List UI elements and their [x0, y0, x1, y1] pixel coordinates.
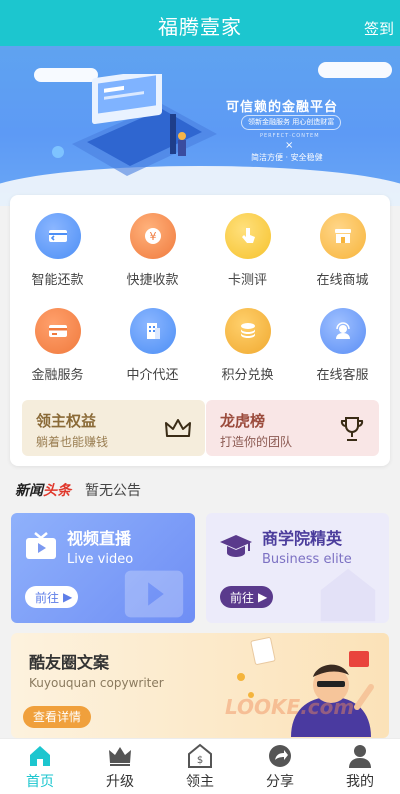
- platform-illustration: [52, 74, 217, 176]
- crown-icon: [165, 419, 191, 437]
- banner-sub: PERFECT·CONTEM: [260, 133, 320, 139]
- lord-benefits-card[interactable]: 领主权益 躺着也能赚钱: [22, 400, 205, 456]
- promo-title: 领主权益: [36, 412, 97, 430]
- news-brand-b: 头条: [43, 483, 71, 499]
- service-agent-repay[interactable]: 中介代还: [105, 308, 200, 403]
- coins-stack-icon: [224, 308, 271, 354]
- character-illustration: [237, 637, 374, 737]
- copy-title: 酷友圈文案: [29, 653, 110, 672]
- tab-label: 升级: [106, 774, 134, 790]
- service-label: 在线客服: [316, 368, 369, 383]
- service-label: 中介代还: [126, 368, 179, 383]
- user-icon: [349, 745, 371, 768]
- service-label: 智能还款: [31, 273, 84, 288]
- customer-service-icon: [319, 308, 366, 354]
- go-label: 前往: [230, 590, 255, 605]
- signin-button[interactable]: 签到: [364, 18, 394, 39]
- crown-icon: [109, 747, 131, 766]
- services-card: 智能还款 ¥ 快捷收款 卡测评 在线商城 金融服务 中介代还 积分兑换 在线客服…: [10, 195, 390, 466]
- service-quick-collect[interactable]: ¥ 快捷收款: [105, 213, 200, 308]
- house-watermark-icon: [320, 568, 376, 622]
- promo-title: 龙虎榜: [220, 412, 266, 430]
- live-video-card[interactable]: 视频直播 Live video 前往 ▶: [11, 513, 195, 623]
- service-label: 卡测评: [227, 273, 267, 288]
- arrow-right-icon: ▶: [258, 590, 268, 604]
- tab-upgrade[interactable]: 升级: [80, 739, 160, 794]
- store-icon: [319, 213, 366, 259]
- go-label: 前往: [35, 590, 60, 605]
- tab-label: 领主: [186, 774, 214, 790]
- app-header: 福腾壹家 签到: [0, 0, 400, 50]
- service-label: 金融服务: [31, 368, 84, 383]
- news-brand: 新闻头条: [15, 480, 71, 500]
- bottom-tab-bar: 首页 升级 $ 领主 分享 我的: [0, 738, 400, 794]
- news-bar[interactable]: 新闻头条 暂无公告: [15, 478, 141, 502]
- service-label: 在线商城: [316, 273, 369, 288]
- trophy-icon: [340, 417, 364, 441]
- tap-icon: [224, 213, 271, 259]
- banner-tag: 领新金融服务 用心创造财富: [241, 115, 342, 130]
- copywriting-card[interactable]: 酷友圈文案 Kuyouquan copywriter 查看详情 LOOKE.co…: [11, 633, 389, 738]
- service-points-exchange[interactable]: 积分兑换: [200, 308, 295, 403]
- arrow-right-icon: ▶: [63, 590, 73, 604]
- service-label: 快捷收款: [126, 273, 179, 288]
- news-message: 暂无公告: [85, 483, 141, 499]
- copy-subtitle: Kuyouquan copywriter: [29, 676, 164, 690]
- leaderboard-card[interactable]: 龙虎榜 打造你的团队: [206, 400, 379, 456]
- svg-text:¥: ¥: [149, 230, 156, 243]
- house-dollar-icon: $: [188, 743, 212, 768]
- service-online-mall[interactable]: 在线商城: [295, 213, 390, 308]
- cloud-decoration: [318, 62, 392, 78]
- service-label: 积分兑换: [221, 368, 274, 383]
- promo-subtitle: 打造你的团队: [220, 435, 293, 449]
- feature-title: 商学院精英: [262, 529, 343, 548]
- business-elite-card[interactable]: 商学院精英 Business elite 前往 ▶: [206, 513, 389, 623]
- tab-label: 分享: [266, 774, 294, 790]
- banner-carousel[interactable]: 可信赖的金融平台 领新金融服务 用心创造财富 PERFECT·CONTEM × …: [0, 46, 400, 206]
- tab-label: 我的: [346, 774, 374, 790]
- service-card-review[interactable]: 卡测评: [200, 213, 295, 308]
- tv-watermark-icon: [124, 570, 184, 618]
- service-finance[interactable]: 金融服务: [10, 308, 105, 403]
- tab-lord[interactable]: $ 领主: [160, 739, 240, 794]
- view-details-button[interactable]: 查看详情: [23, 706, 92, 728]
- tab-label: 首页: [26, 774, 54, 790]
- go-button[interactable]: 前往 ▶: [220, 586, 274, 608]
- banner-slogan: 可信赖的金融平台: [226, 100, 339, 115]
- services-grid: 智能还款 ¥ 快捷收款 卡测评 在线商城 金融服务 中介代还 积分兑换 在线客服: [10, 213, 390, 403]
- promo-subtitle: 躺着也能赚钱: [36, 435, 109, 449]
- tab-profile[interactable]: 我的: [320, 739, 400, 794]
- svg-text:$: $: [197, 755, 203, 766]
- share-icon: [269, 745, 291, 767]
- card-repay-icon: [34, 213, 81, 259]
- news-brand-a: 新闻: [15, 483, 43, 499]
- service-customer-support[interactable]: 在线客服: [295, 308, 390, 403]
- app-title: 福腾壹家: [158, 14, 242, 39]
- watermark: LOOKE.com: [225, 695, 355, 719]
- service-smart-repay[interactable]: 智能还款: [10, 213, 105, 308]
- yen-coin-icon: ¥: [129, 213, 176, 259]
- go-button[interactable]: 前往 ▶: [25, 586, 79, 608]
- tab-home[interactable]: 首页: [0, 739, 80, 794]
- home-icon: [30, 746, 50, 766]
- banner-cross: ×: [285, 140, 294, 151]
- tv-icon: [26, 532, 56, 559]
- banner-sub2: 简洁方便 · 安全稳健: [251, 153, 323, 162]
- tab-share[interactable]: 分享: [240, 739, 320, 794]
- graduation-cap-icon: [220, 535, 252, 557]
- credit-card-icon: [34, 308, 81, 354]
- feature-title: 视频直播: [67, 529, 132, 548]
- building-icon: [129, 308, 176, 354]
